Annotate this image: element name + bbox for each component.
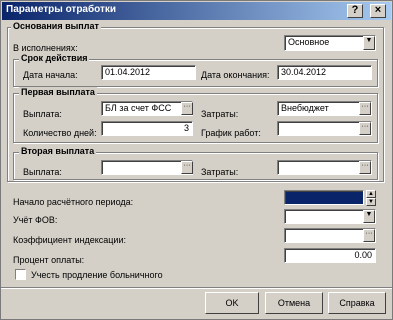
first-payment-ellipsis-button[interactable]: ··· — [181, 102, 193, 115]
button-separator — [1, 287, 392, 289]
schedule-field[interactable] — [277, 121, 372, 136]
in-execution-label: В исполнениях: — [13, 43, 78, 53]
second-payment-label: Выплата: — [23, 167, 62, 177]
sick-leave-checkbox[interactable] — [15, 269, 26, 280]
first-payment-label: Выплата: — [23, 109, 62, 119]
dialog-window: Параметры отработки ? × Основания выплат… — [0, 0, 393, 320]
first-costs-label: Затраты: — [201, 109, 239, 119]
second-costs-field[interactable] — [277, 160, 372, 175]
days-count-label: Количество дней: — [23, 128, 97, 138]
basis-group-title: Основания выплат — [11, 21, 101, 31]
percent-label: Процент оплаты: — [13, 255, 85, 265]
first-costs-field[interactable]: Внебюджет — [277, 101, 372, 116]
second-costs-label: Затраты: — [201, 167, 239, 177]
chevron-down-icon[interactable]: ▼ — [363, 36, 375, 50]
second-payment-group-title: Вторая выплата — [19, 146, 97, 156]
first-payment-field[interactable]: БЛ за счет ФСС — [101, 101, 193, 116]
schedule-ellipsis-button[interactable]: ··· — [359, 122, 371, 135]
period-group-title: Срок действия — [19, 53, 90, 63]
in-execution-value: Основное — [288, 37, 330, 47]
fov-label: Учёт ФОВ: — [13, 215, 58, 225]
second-costs-ellipsis-button[interactable]: ··· — [359, 161, 371, 174]
spin-up-icon[interactable]: ▲ — [366, 190, 376, 198]
days-count-field[interactable]: 3 — [101, 121, 193, 136]
close-icon[interactable]: × — [370, 4, 386, 18]
spin-down-icon[interactable]: ▼ — [366, 198, 376, 206]
chevron-down-icon[interactable]: ▼ — [363, 210, 375, 223]
second-payment-field[interactable] — [101, 160, 193, 175]
period-start-field[interactable] — [284, 190, 364, 205]
title-bar[interactable]: Параметры отработки ? × — [2, 2, 391, 20]
window-title: Параметры отработки — [6, 4, 117, 15]
ok-button[interactable]: OK — [205, 292, 259, 314]
end-date-label: Дата окончания: — [201, 70, 270, 80]
period-start-label: Начало расчётного периода: — [13, 197, 134, 207]
start-date-field[interactable]: 01.04.2012 — [101, 65, 196, 80]
sick-leave-label: Учесть продление больничного — [31, 270, 163, 280]
help-button[interactable]: Справка — [328, 292, 386, 314]
start-date-label: Дата начала: — [23, 70, 78, 80]
end-date-field[interactable]: 30.04.2012 — [277, 65, 372, 80]
cancel-button[interactable]: Отмена — [265, 292, 323, 314]
percent-field[interactable]: 0.00 — [284, 248, 376, 263]
coef-ellipsis-button[interactable]: ··· — [363, 229, 375, 242]
second-payment-ellipsis-button[interactable]: ··· — [181, 161, 193, 174]
coef-label: Коэффициент индексации: — [13, 235, 126, 245]
first-costs-ellipsis-button[interactable]: ··· — [359, 102, 371, 115]
first-payment-group-title: Первая выплата — [19, 87, 97, 97]
help-icon[interactable]: ? — [347, 4, 363, 18]
schedule-label: График работ: — [201, 128, 261, 138]
